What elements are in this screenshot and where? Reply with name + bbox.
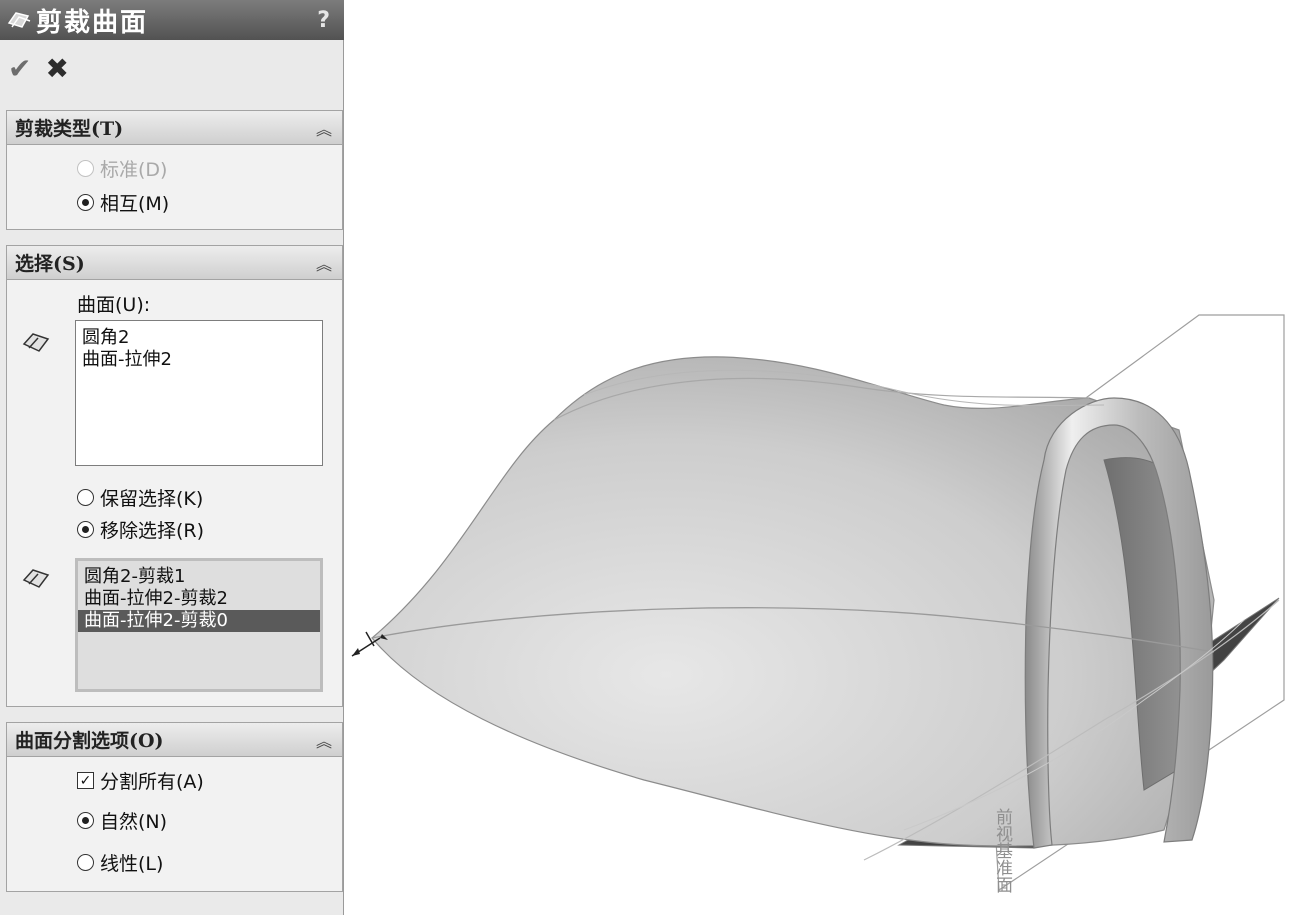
front-plane-label: 前视基准面 <box>992 808 1013 893</box>
remove-selections-label: 移除选择(R) <box>100 520 205 542</box>
trim-type-standard-option: 标准(D) <box>77 155 167 182</box>
split-options-title: 曲面分割选项(O) <box>15 730 164 752</box>
list-item[interactable]: 圆角2 <box>76 327 322 349</box>
selections-title: 选择(S) <box>15 253 85 275</box>
collapse-icon[interactable]: ︽ <box>316 728 332 752</box>
radio-icon[interactable] <box>77 812 94 829</box>
checkbox-icon[interactable]: ✓ <box>77 772 94 789</box>
natural-option[interactable]: 自然(N) <box>77 807 167 834</box>
ok-button[interactable]: ✔ <box>8 54 31 84</box>
radio-icon[interactable] <box>77 489 94 506</box>
selections-group: 选择(S) ︽ 曲面(U): 圆角2 曲面-拉伸2 保留选择(K) 移除选择(R… <box>6 245 343 707</box>
radio-icon[interactable] <box>77 194 94 211</box>
panel-title: 剪裁曲面 <box>36 7 149 38</box>
radio-icon[interactable] <box>77 521 94 538</box>
radio-icon <box>77 160 94 177</box>
split-options-group: 曲面分割选项(O) ︽ ✓ 分割所有(A) 自然(N) 线性(L) <box>6 722 343 892</box>
collapse-icon[interactable]: ︽ <box>316 116 332 140</box>
trim-type-standard-label: 标准(D) <box>100 159 168 181</box>
keep-selections-label: 保留选择(K) <box>100 488 204 510</box>
surfaces-label: 曲面(U): <box>77 294 151 316</box>
linear-option[interactable]: 线性(L) <box>77 849 163 876</box>
trim-surface-icon <box>7 12 31 28</box>
list-item[interactable]: 曲面-拉伸2 <box>76 349 322 371</box>
radio-icon[interactable] <box>77 854 94 871</box>
action-buttons: ✔ ✖ <box>8 54 69 84</box>
selections-header[interactable]: 选择(S) ︽ <box>7 246 342 280</box>
face-select-icon <box>22 333 50 352</box>
property-manager-panel: 剪裁曲面 ? ✔ ✖ 剪裁类型(T) ︽ 标准(D) 相互(M) 选择(S) ︽… <box>0 0 344 915</box>
help-button[interactable]: ? <box>317 8 330 33</box>
list-item[interactable]: 圆角2-剪裁1 <box>78 566 320 588</box>
trim-type-mutual-label: 相互(M) <box>100 193 170 215</box>
list-item-selected[interactable]: 曲面-拉伸2-剪裁0 <box>78 610 320 632</box>
face-select-icon <box>22 569 50 588</box>
cancel-button[interactable]: ✖ <box>45 54 68 84</box>
split-options-header[interactable]: 曲面分割选项(O) ︽ <box>7 723 342 757</box>
natural-label: 自然(N) <box>100 811 168 833</box>
trimmed-pieces-list[interactable]: 圆角2-剪裁1 曲面-拉伸2-剪裁2 曲面-拉伸2-剪裁0 <box>75 558 323 692</box>
linear-label: 线性(L) <box>100 853 164 875</box>
surfaces-list[interactable]: 圆角2 曲面-拉伸2 <box>75 320 323 466</box>
trim-type-title: 剪裁类型(T) <box>15 118 124 140</box>
list-item[interactable]: 曲面-拉伸2-剪裁2 <box>78 588 320 610</box>
trim-type-group: 剪裁类型(T) ︽ 标准(D) 相互(M) <box>6 110 343 230</box>
remove-selections-option[interactable]: 移除选择(R) <box>77 516 204 543</box>
keep-selections-option[interactable]: 保留选择(K) <box>77 484 203 511</box>
split-all-option[interactable]: ✓ 分割所有(A) <box>77 767 204 794</box>
collapse-icon[interactable]: ︽ <box>316 251 332 275</box>
trim-type-header[interactable]: 剪裁类型(T) ︽ <box>7 111 342 145</box>
panel-title-bar: 剪裁曲面 ? <box>0 0 344 40</box>
graphics-viewport[interactable]: 前视基准面 <box>344 0 1314 915</box>
trim-type-mutual-option[interactable]: 相互(M) <box>77 189 169 216</box>
split-all-label: 分割所有(A) <box>100 771 204 793</box>
